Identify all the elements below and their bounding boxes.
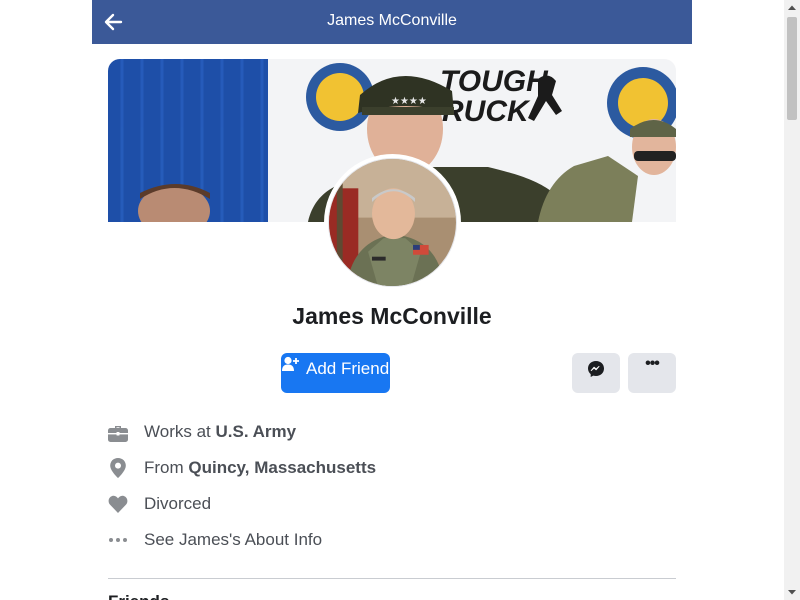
briefcase-icon (108, 426, 128, 442)
about-info-link[interactable]: See James's About Info (144, 530, 322, 550)
more-horizontal-icon: ••• (645, 355, 660, 372)
profile-picture-frame (324, 154, 461, 291)
page-title: James McConville (327, 12, 457, 29)
friends-section-title: Friends (108, 592, 169, 600)
top-nav-bar: James McConville (92, 0, 692, 44)
work-place-link[interactable]: U.S. Army (215, 422, 296, 441)
vertical-scrollbar[interactable] (784, 0, 800, 600)
hometown-link[interactable]: Quincy, Massachusetts (188, 458, 376, 477)
work-prefix: Works at (144, 422, 216, 441)
scrollbar-thumb[interactable] (787, 17, 797, 120)
scroll-up-arrow-icon[interactable] (784, 0, 800, 16)
hometown-text: From Quincy, Massachusetts (144, 458, 376, 478)
profile-page: James McConville TOUGH RUCK ★★★★ James M… (0, 0, 784, 600)
profile-name: James McConville (292, 303, 492, 329)
hometown-info: From Quincy, Massachusetts (108, 454, 668, 482)
ellipsis-icon (109, 538, 127, 542)
location-pin-icon (110, 458, 126, 478)
section-divider (108, 578, 676, 579)
work-text: Works at U.S. Army (144, 422, 296, 442)
messenger-icon (588, 361, 604, 377)
add-friend-label: Add Friend (306, 359, 390, 378)
from-prefix: From (144, 458, 189, 477)
person-plus-icon (282, 356, 299, 371)
avatar[interactable] (328, 158, 457, 287)
heart-icon (108, 495, 128, 513)
svg-text:★★★★: ★★★★ (391, 96, 427, 107)
more-options-button[interactable]: ••• (628, 353, 676, 393)
relationship-info: Divorced (108, 490, 668, 518)
work-info: Works at U.S. Army (108, 418, 668, 446)
about-info-row[interactable]: See James's About Info (108, 526, 668, 554)
svg-text:RUCK: RUCK (442, 95, 531, 128)
message-button[interactable] (572, 353, 620, 393)
relationship-text: Divorced (144, 494, 212, 513)
add-friend-button[interactable]: Add Friend (281, 353, 390, 393)
scroll-down-arrow-icon[interactable] (784, 584, 800, 600)
svg-text:TOUGH: TOUGH (440, 65, 549, 98)
